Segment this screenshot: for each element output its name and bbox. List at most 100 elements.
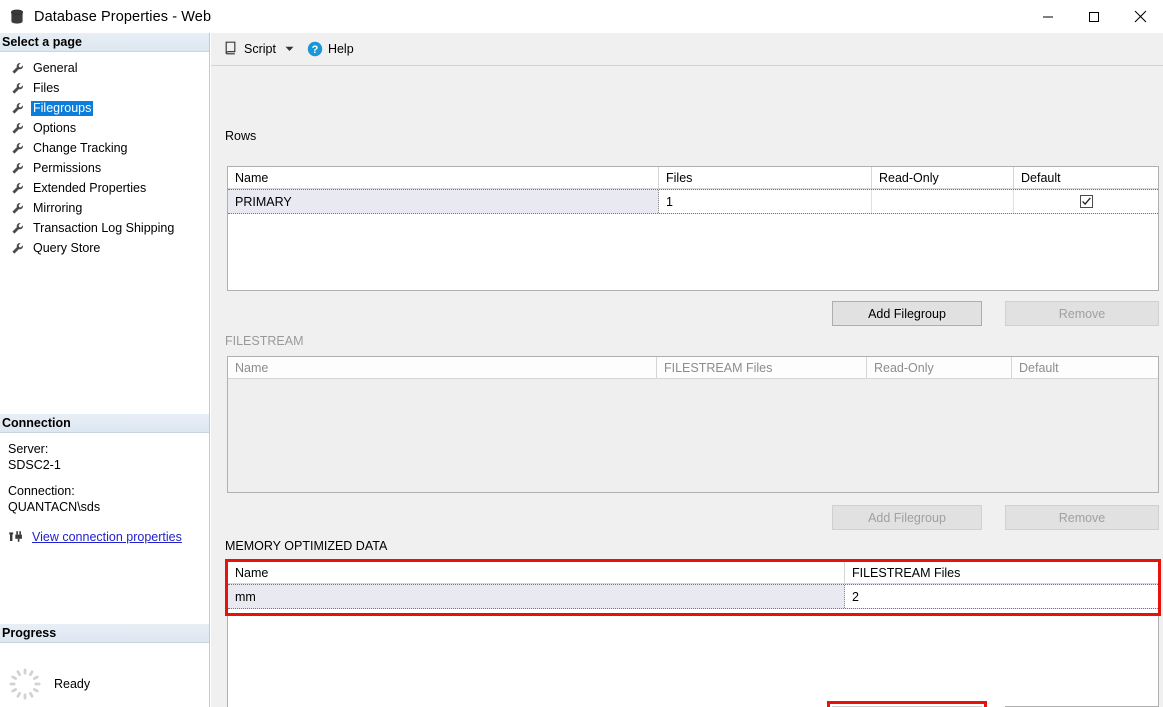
maximize-icon[interactable] xyxy=(1071,0,1117,33)
table-row[interactable]: mm 2 xyxy=(228,584,1158,609)
chevron-down-icon[interactable] xyxy=(283,38,297,60)
sidebar-item-query-store[interactable]: Query Store xyxy=(0,238,209,258)
script-button[interactable]: Script xyxy=(219,37,280,61)
memopt-cell-files[interactable]: 2 xyxy=(845,585,1158,608)
sidebar-item-files[interactable]: Files xyxy=(0,78,209,98)
sidebar-item-label: Mirroring xyxy=(33,200,83,215)
filestream-section-label: FILESTREAM xyxy=(225,334,304,348)
sidebar-item-general[interactable]: General xyxy=(0,58,209,78)
rows-cell-files[interactable]: 1 xyxy=(659,190,872,213)
wrench-icon xyxy=(10,81,25,96)
sidebar-item-label: Transaction Log Shipping xyxy=(33,220,175,235)
database-icon xyxy=(8,8,26,26)
wrench-icon xyxy=(10,161,25,176)
help-label: Help xyxy=(327,42,354,56)
connection-value: QUANTACN\sds xyxy=(8,500,101,514)
sidebar-item-label: Files xyxy=(33,80,60,95)
page-list: General Files Filegroups Options Change … xyxy=(0,52,209,258)
sidebar-item-label: Filegroups xyxy=(31,100,94,116)
progress-status: Ready xyxy=(54,677,91,691)
window-title: Database Properties - Web xyxy=(34,8,212,25)
server-label: Server: xyxy=(8,442,49,456)
connection-info: Server: SDSC2-1 Connection: QUANTACN\sds… xyxy=(0,433,209,545)
memory-optimized-grid[interactable]: Name FILESTREAM Files mm 2 xyxy=(227,561,1159,707)
rows-col-name[interactable]: Name xyxy=(228,167,659,188)
wrench-icon xyxy=(10,141,25,156)
wrench-icon xyxy=(10,201,25,216)
wrench-icon xyxy=(10,241,25,256)
connection-header: Connection xyxy=(0,414,209,433)
sidebar-item-label: Change Tracking xyxy=(33,140,128,155)
progress-header: Progress xyxy=(0,624,209,643)
select-page-header-label: Select a page xyxy=(2,35,82,49)
filegroups-pane: Rows Name Files Read-Only Default PRIMAR… xyxy=(211,66,1163,707)
spinner-icon xyxy=(6,665,44,703)
memory-optimized-section-label: MEMORY OPTIMIZED DATA xyxy=(225,539,388,553)
server-value: SDSC2-1 xyxy=(8,458,61,472)
filestream-col-readonly: Read-Only xyxy=(867,357,1012,378)
sidebar-item-change-tracking[interactable]: Change Tracking xyxy=(0,138,209,158)
sidebar-item-extended-properties[interactable]: Extended Properties xyxy=(0,178,209,198)
table-row[interactable]: PRIMARY 1 xyxy=(228,189,1158,214)
window-controls xyxy=(1025,0,1163,33)
script-label: Script xyxy=(244,42,276,56)
wrench-icon xyxy=(10,221,25,236)
toolbar: Script ? Help xyxy=(211,33,1163,66)
close-icon[interactable] xyxy=(1117,0,1163,33)
memopt-cell-name[interactable]: mm xyxy=(228,585,845,608)
sidebar-item-options[interactable]: Options xyxy=(0,118,209,138)
wrench-icon xyxy=(10,181,25,196)
wrench-icon xyxy=(10,61,25,76)
rows-cell-default[interactable] xyxy=(1014,190,1158,213)
sidebar-item-label: General xyxy=(33,60,78,75)
sidebar-item-label: Extended Properties xyxy=(33,180,147,195)
rows-cell-readonly[interactable] xyxy=(872,190,1014,213)
memory-optimized-grid-header: Name FILESTREAM Files xyxy=(228,562,1158,584)
rows-remove-button: Remove xyxy=(1005,301,1159,326)
sidebar-item-transaction-log-shipping[interactable]: Transaction Log Shipping xyxy=(0,218,209,238)
progress-info: Ready xyxy=(0,643,209,703)
help-icon: ? xyxy=(307,41,323,57)
filestream-col-files: FILESTREAM Files xyxy=(657,357,867,378)
rows-col-files[interactable]: Files xyxy=(659,167,872,188)
select-page-header: Select a page xyxy=(0,33,209,52)
rows-section-label: Rows xyxy=(225,129,257,143)
window-titlebar: Database Properties - Web xyxy=(0,0,1163,33)
memopt-col-files[interactable]: FILESTREAM Files xyxy=(845,562,1158,583)
view-connection-properties-row[interactable]: View connection properties xyxy=(8,529,209,545)
sidebar-item-label: Query Store xyxy=(33,240,101,255)
sidebar: Select a page General Files Filegroups O… xyxy=(0,33,210,707)
database-properties-dialog: Database Properties - Web Select a page … xyxy=(0,0,1163,707)
minimize-icon[interactable] xyxy=(1025,0,1071,33)
wrench-icon xyxy=(10,121,25,136)
memopt-col-name[interactable]: Name xyxy=(228,562,845,583)
help-button[interactable]: ? Help xyxy=(303,37,358,61)
sidebar-item-mirroring[interactable]: Mirroring xyxy=(0,198,209,218)
filestream-add-filegroup-button: Add Filegroup xyxy=(832,505,982,530)
svg-text:?: ? xyxy=(312,44,319,56)
rows-grid-header: Name Files Read-Only Default xyxy=(228,167,1158,189)
rows-grid[interactable]: Name Files Read-Only Default PRIMARY 1 xyxy=(227,166,1159,291)
view-connection-properties-link[interactable]: View connection properties xyxy=(32,530,182,544)
connection-label: Connection: xyxy=(8,484,75,498)
progress-header-label: Progress xyxy=(2,626,57,640)
rows-add-filegroup-button[interactable]: Add Filegroup xyxy=(832,301,982,326)
filestream-grid-header: Name FILESTREAM Files Read-Only Default xyxy=(228,357,1158,379)
rows-col-default[interactable]: Default xyxy=(1014,167,1158,188)
connection-header-label: Connection xyxy=(2,416,71,430)
rows-col-readonly[interactable]: Read-Only xyxy=(872,167,1014,188)
filestream-col-name: Name xyxy=(228,357,657,378)
sidebar-item-label: Permissions xyxy=(33,160,102,175)
sidebar-item-permissions[interactable]: Permissions xyxy=(0,158,209,178)
rows-cell-name[interactable]: PRIMARY xyxy=(228,190,659,213)
filestream-col-default: Default xyxy=(1019,360,1059,375)
script-icon xyxy=(223,40,239,59)
sidebar-item-label: Options xyxy=(33,120,77,135)
connection-plug-icon xyxy=(8,529,26,545)
default-checkbox[interactable] xyxy=(1079,195,1093,208)
wrench-icon xyxy=(10,101,25,116)
content-pane: Script ? Help Rows Name Files Read-Only … xyxy=(211,33,1163,707)
filestream-grid: Name FILESTREAM Files Read-Only Default xyxy=(227,356,1159,493)
filestream-remove-button: Remove xyxy=(1005,505,1159,530)
sidebar-item-filegroups[interactable]: Filegroups xyxy=(0,98,209,118)
